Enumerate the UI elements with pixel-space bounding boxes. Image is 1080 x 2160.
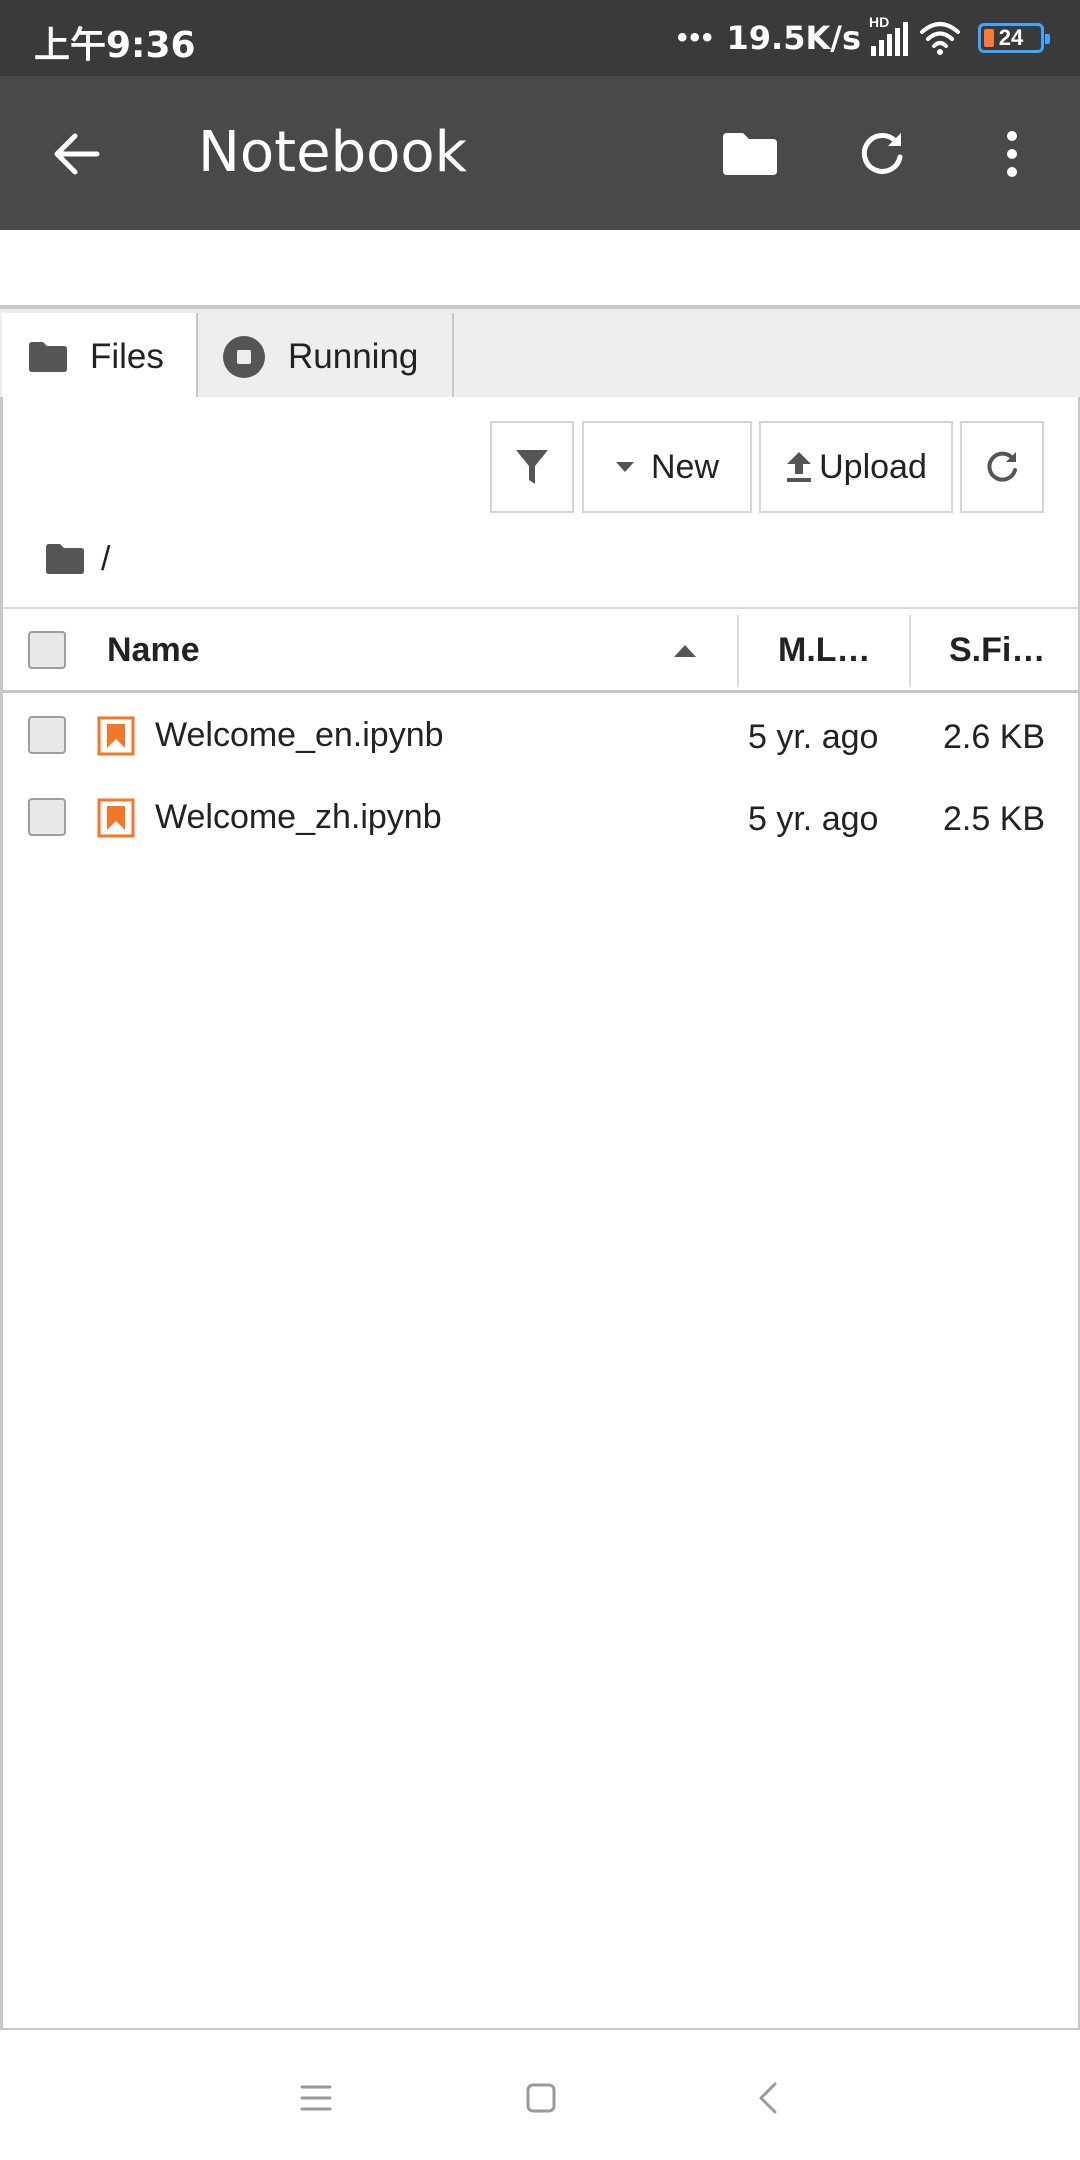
notebook-icon [97,798,135,838]
breadcrumb: / [45,537,110,581]
app-bar: Notebook [0,76,1080,230]
refresh-list-button[interactable] [960,421,1044,513]
file-size: 2.6 KB [943,718,1046,756]
hd-label: HD [869,14,890,30]
refresh-icon [861,132,903,174]
column-modified-label: M.L… [778,631,871,669]
reload-button[interactable] [844,116,920,192]
file-name[interactable]: Welcome_zh.ipynb [155,798,442,837]
battery-level: 24 [998,25,1024,50]
folder-icon [723,133,777,175]
home-button[interactable] [513,2070,569,2126]
file-browser-panel: New Upload / Name M.L… S.Fi… Welcome_en.… [0,397,1080,2030]
filter-icon [516,450,548,484]
status-bar: 上午9:36 ••• 19.5K/s HD 24 [0,0,1080,76]
page-title: Notebook [198,120,468,185]
file-list-header: Name M.L… S.Fi… [3,607,1078,693]
row-checkbox[interactable] [28,798,66,836]
upload-button[interactable]: Upload [759,421,953,513]
menu-icon [300,2085,332,2111]
new-button-label: New [650,447,720,486]
status-time: 上午9:36 [34,25,196,66]
row-checkbox[interactable] [28,716,66,754]
signal-icon: HD [869,14,908,56]
upload-button-label: Upload [819,447,927,486]
system-back-button[interactable] [740,2070,796,2126]
folder-icon [28,341,68,373]
battery-icon: 24 [978,23,1050,53]
square-icon [526,2083,556,2113]
tab-label: Running [288,337,419,376]
tab-bar: Files Running [0,305,1080,401]
column-name[interactable]: Name [107,609,697,692]
back-button[interactable] [40,118,112,190]
caret-down-icon [615,462,634,472]
chevron-left-icon [759,2082,777,2114]
file-row[interactable]: Welcome_zh.ipynb 5 yr. ago 2.5 KB [3,778,1078,860]
more-menu-button[interactable] [974,116,1050,192]
file-size: 2.5 KB [943,800,1046,838]
select-all-checkbox[interactable] [28,631,66,669]
file-modified: 5 yr. ago [748,800,879,838]
status-indicators: ••• 19.5K/s HD 24 [677,14,1050,62]
new-button[interactable]: New [582,421,752,513]
breadcrumb-path[interactable]: / [101,540,110,579]
tab-running[interactable]: Running [200,313,454,401]
refresh-icon [987,451,1017,482]
recent-apps-button[interactable] [288,2070,344,2126]
file-row[interactable]: Welcome_en.ipynb 5 yr. ago 2.6 KB [3,696,1078,778]
column-size-label: S.Fi… [949,631,1046,669]
folder-icon[interactable] [45,543,85,575]
file-name[interactable]: Welcome_en.ipynb [155,716,444,755]
file-modified: 5 yr. ago [748,718,879,756]
column-modified[interactable]: M.L… [778,609,898,692]
notification-dots: ••• [677,21,715,54]
filter-button[interactable] [490,421,574,513]
notebook-icon [97,716,135,756]
stop-circle-icon [222,335,266,379]
sort-ascending-icon [674,645,696,657]
system-nav-bar [0,2030,1080,2160]
column-name-label: Name [107,631,200,669]
more-vertical-icon [1007,131,1017,177]
wifi-icon [918,20,962,56]
tab-files[interactable]: Files [2,313,198,401]
column-size[interactable]: S.Fi… [949,609,1069,692]
network-speed: 19.5K/s [726,19,861,57]
upload-icon [787,452,812,482]
tab-label: Files [90,337,164,376]
arrow-left-icon [54,133,100,175]
open-folder-button[interactable] [712,116,788,192]
